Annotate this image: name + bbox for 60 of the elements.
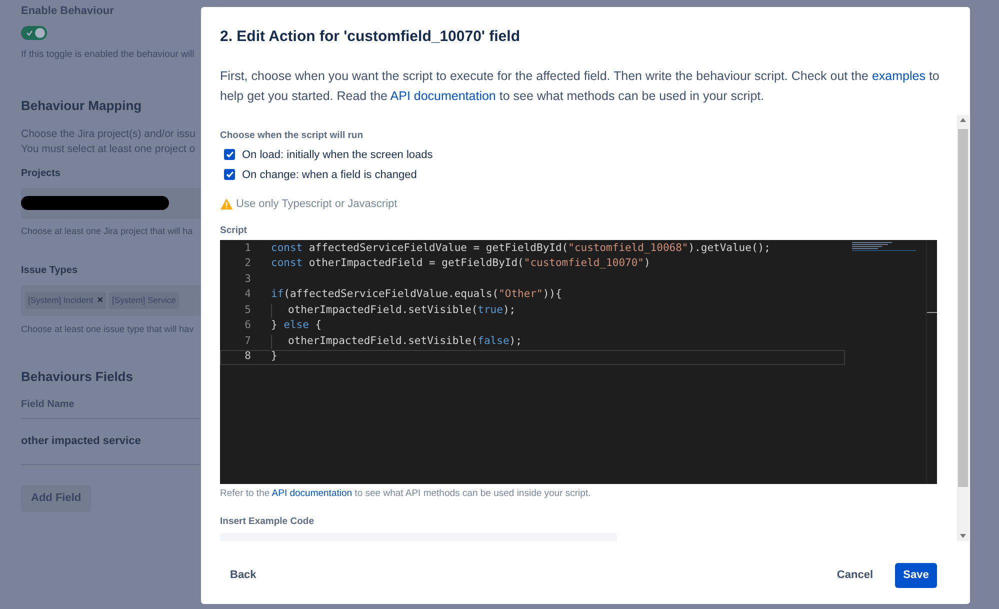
link[interactable]: examples <box>872 68 926 82</box>
intro-text: First, choose when you want the script to execute for the affected field. Then write the behaviour script. Check out the examples to help get you started. Read the API documentation to see what methods can be used in your script. <box>220 68 940 105</box>
line-number: 7 <box>244 334 251 349</box>
hint-text: If this toggle is enabled the behaviour will <box>21 48 196 62</box>
checkbox-label: On load: initially when the screen loads <box>242 148 433 162</box>
field-label: Projects <box>21 166 62 181</box>
code-line: } <box>271 349 278 364</box>
link[interactable]: API documentation <box>272 488 352 499</box>
line-number: 3 <box>244 272 251 287</box>
code-row[interactable]: 6 } else { <box>220 318 845 334</box>
cancel-button[interactable]: Cancel <box>826 562 883 588</box>
code-row[interactable]: 8 } <box>220 350 845 365</box>
description-text: Choose the Jira project(s) and/or issu You must select at least one project o <box>21 126 196 157</box>
line-number: 5 <box>244 302 251 318</box>
dialog-title: 2. Edit Action for 'customfield_10070' field <box>220 27 521 47</box>
field-label: Choose when the script will run <box>220 128 364 142</box>
line-number: 8 <box>244 349 251 364</box>
code-row[interactable]: 5 otherImpactedField.setVisible(true); <box>220 303 845 318</box>
back-button[interactable]: Back <box>230 563 256 587</box>
down-arrow-icon[interactable] <box>960 534 966 538</box>
hint-text: Choose at least one issue type that will hav <box>21 323 195 336</box>
line-number: 2 <box>244 256 251 272</box>
code-line: } else { <box>271 318 322 334</box>
line-number: 4 <box>244 287 251 302</box>
code-line: otherImpactedField.setVisible(false); <box>288 334 522 349</box>
code-line: const affectedServiceFieldValue = getFieldById("customfield_10068").getValue(); <box>271 240 770 256</box>
code-line: const otherImpactedField = getFieldById("customfield_10070") <box>271 256 650 272</box>
scroll-marker <box>927 312 937 313</box>
check-icon <box>26 30 33 36</box>
field-label: Issue Types <box>21 264 79 278</box>
code-line: otherImpactedField.setVisible(true); <box>288 302 516 318</box>
up-arrow-icon[interactable] <box>960 118 966 122</box>
toggle-switch[interactable] <box>21 26 47 40</box>
scrollbar[interactable] <box>957 114 969 540</box>
code-row[interactable]: 4 if(affectedServiceFieldValue.equals("Other")){ <box>220 288 845 303</box>
line-number: 6 <box>244 318 251 334</box>
code-line: if(affectedServiceFieldValue.equals("Other")){ <box>271 287 562 302</box>
code-row[interactable]: 2 const otherImpactedField = getFieldById("customfield_10070") <box>220 256 845 272</box>
checkbox[interactable] <box>224 169 235 180</box>
code-editor[interactable] <box>220 240 937 484</box>
help-text: Refer to the API documentation to see what API methods can be used inside your script. <box>220 487 592 501</box>
warning-text: Use only Typescript or Javascript <box>236 196 398 212</box>
hint-text: Choose at least one Jira project that will ha <box>21 224 194 238</box>
warning-icon <box>220 198 233 210</box>
indent-guide <box>271 304 272 318</box>
code-row[interactable]: 3 <box>220 272 845 288</box>
line-number: 1 <box>244 240 251 256</box>
section-heading: Behaviours Fields <box>21 368 134 386</box>
link[interactable]: API documentation <box>390 88 496 102</box>
field-label: Enable Behaviour <box>21 4 115 17</box>
checkbox-label: On change: when a field is changed <box>242 168 417 182</box>
save-button[interactable]: Save <box>895 562 937 588</box>
select-field[interactable] <box>21 188 200 219</box>
field-label: Insert Example Code <box>220 515 315 530</box>
checkbox[interactable] <box>224 149 235 160</box>
code-row[interactable]: 1 const affectedServiceFieldValue = getFieldById("customfield_10068").getValue(); <box>220 241 845 256</box>
indent-guide <box>271 335 272 348</box>
section-heading: Behaviour Mapping <box>21 97 143 116</box>
code-row[interactable]: 7 otherImpactedField.setVisible(false); <box>220 334 845 350</box>
field-label: Script <box>220 224 248 238</box>
